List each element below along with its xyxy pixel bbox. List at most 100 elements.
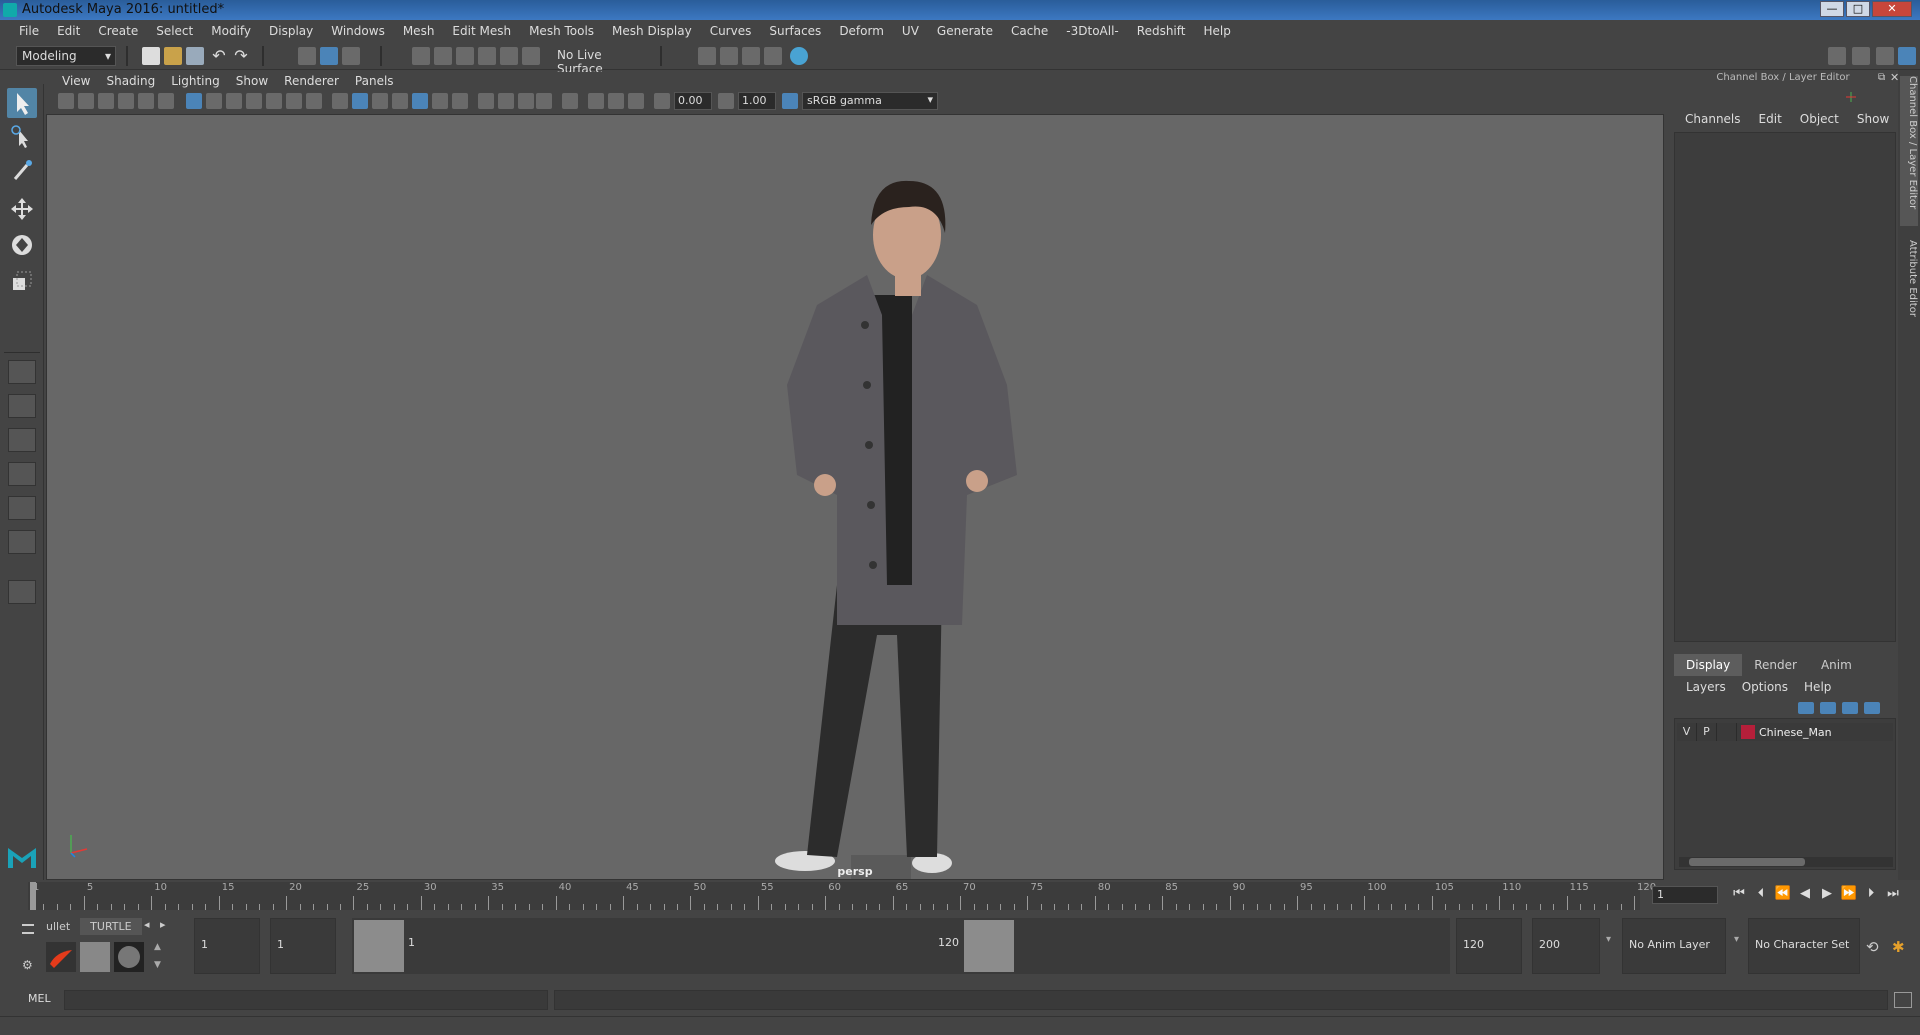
- shelf-scroll-left-icon[interactable]: ◂: [144, 918, 150, 931]
- menu-mesh-display[interactable]: Mesh Display: [603, 24, 701, 38]
- layer-name[interactable]: Chinese_Man: [1759, 726, 1832, 739]
- select-object-icon[interactable]: [320, 47, 338, 65]
- maximize-button[interactable]: □: [1846, 1, 1870, 17]
- safe-action-icon[interactable]: [286, 93, 302, 109]
- scrollbar-thumb[interactable]: [1689, 858, 1805, 866]
- menu-create[interactable]: Create: [89, 24, 147, 38]
- persp-graph-layout-icon[interactable]: [8, 462, 36, 486]
- current-time-marker[interactable]: [30, 882, 36, 910]
- live-surface-field[interactable]: No Live Surface: [552, 46, 648, 76]
- render-settings-icon[interactable]: [764, 47, 782, 65]
- grid-icon[interactable]: [186, 93, 202, 109]
- play-forward-icon[interactable]: ▶: [1818, 886, 1836, 904]
- new-empty-layer-icon[interactable]: [1842, 702, 1858, 714]
- menu-edit[interactable]: Edit: [48, 24, 89, 38]
- gamma-field[interactable]: 1.00: [738, 92, 776, 110]
- menu-edit-mesh[interactable]: Edit Mesh: [443, 24, 520, 38]
- menu-curves[interactable]: Curves: [701, 24, 761, 38]
- panel-menu-shading[interactable]: Shading: [98, 74, 163, 88]
- cb-menu-edit[interactable]: Edit: [1750, 112, 1791, 126]
- tab-attribute-editor[interactable]: Attribute Editor: [1900, 240, 1918, 350]
- le-menu-options[interactable]: Options: [1734, 680, 1796, 694]
- menu-mesh[interactable]: Mesh: [394, 24, 444, 38]
- channel-box-toggle-icon[interactable]: [1898, 47, 1916, 65]
- persp-outliner-layout-icon[interactable]: [8, 428, 36, 452]
- tool-settings-toggle-icon[interactable]: [1876, 47, 1894, 65]
- menu-windows[interactable]: Windows: [322, 24, 394, 38]
- snap-grid-icon[interactable]: [412, 47, 430, 65]
- select-hierarchy-icon[interactable]: [298, 47, 316, 65]
- panel-menu-panels[interactable]: Panels: [347, 74, 402, 88]
- modeling-toolkit-icon[interactable]: [1828, 47, 1846, 65]
- resolution-gate-icon[interactable]: [226, 93, 242, 109]
- panel-menu-renderer[interactable]: Renderer: [276, 74, 347, 88]
- textured-icon[interactable]: [412, 93, 428, 109]
- panel-menu-lighting[interactable]: Lighting: [163, 74, 228, 88]
- bookmark-icon[interactable]: [98, 93, 114, 109]
- xray-icon[interactable]: [588, 93, 604, 109]
- gate-mask-icon[interactable]: [246, 93, 262, 109]
- motion-blur-icon[interactable]: [498, 93, 514, 109]
- tab-anim[interactable]: Anim: [1809, 654, 1864, 676]
- menu-file[interactable]: File: [10, 24, 48, 38]
- layer-row[interactable]: V P Chinese_Man: [1677, 723, 1893, 741]
- go-to-start-icon[interactable]: ⏮: [1730, 886, 1748, 904]
- current-frame-field[interactable]: 1: [1652, 886, 1718, 904]
- move-layer-up-icon[interactable]: [1798, 702, 1814, 714]
- snap-surface-icon[interactable]: [522, 47, 540, 65]
- menu-mesh-tools[interactable]: Mesh Tools: [520, 24, 603, 38]
- cb-menu-channels[interactable]: Channels: [1676, 112, 1750, 126]
- layer-visibility-toggle[interactable]: V: [1677, 723, 1697, 741]
- 2d-pan-zoom-icon[interactable]: [138, 93, 154, 109]
- select-tool-icon[interactable]: [7, 88, 37, 118]
- minimize-button[interactable]: —: [1820, 1, 1844, 17]
- shelf-tab-turtle[interactable]: TURTLE: [80, 918, 142, 935]
- scale-tool-icon[interactable]: [7, 266, 37, 296]
- outliner-persp-graph-layout-icon[interactable]: [8, 496, 36, 520]
- select-component-icon[interactable]: [342, 47, 360, 65]
- ambient-occlusion-icon[interactable]: [478, 93, 494, 109]
- menu-set-dropdown[interactable]: Modeling ▾: [16, 46, 116, 66]
- cb-menu-show[interactable]: Show: [1848, 112, 1898, 126]
- render-current-icon[interactable]: [720, 47, 738, 65]
- persp-hypershade-layout-icon[interactable]: [8, 530, 36, 554]
- default-material-icon[interactable]: [392, 93, 408, 109]
- panel-menu-show[interactable]: Show: [228, 74, 276, 88]
- safe-title-icon[interactable]: [306, 93, 322, 109]
- shelf-menu-icon[interactable]: [22, 924, 34, 934]
- anim-layer-dropdown[interactable]: No Anim Layer: [1622, 918, 1726, 974]
- chevron-down-icon[interactable]: ▾: [1734, 934, 1739, 945]
- select-camera-icon[interactable]: [58, 93, 74, 109]
- use-all-lights-icon[interactable]: [432, 93, 448, 109]
- channel-box-manip-icon[interactable]: [1844, 90, 1858, 104]
- menu-uv[interactable]: UV: [893, 24, 928, 38]
- step-forward-frame-icon[interactable]: ⏩: [1840, 886, 1858, 904]
- shelf-settings-icon[interactable]: ⚙: [22, 958, 33, 972]
- wireframe-icon[interactable]: [332, 93, 348, 109]
- smooth-shade-icon[interactable]: [352, 93, 368, 109]
- undo-icon[interactable]: ↶: [210, 47, 228, 65]
- shadows-icon[interactable]: [452, 93, 468, 109]
- step-forward-key-icon[interactable]: ⏵: [1862, 886, 1880, 904]
- range-slider[interactable]: 1 120: [352, 918, 1450, 974]
- shelf-scroll-down-icon[interactable]: ▼: [154, 960, 161, 970]
- image-plane-icon[interactable]: [118, 93, 134, 109]
- rotate-tool-icon[interactable]: [7, 230, 37, 260]
- four-view-layout-icon[interactable]: [8, 394, 36, 418]
- menu-3dtoall[interactable]: -3DtoAll-: [1057, 24, 1127, 38]
- tab-render[interactable]: Render: [1742, 654, 1809, 676]
- ipr-render-icon[interactable]: [742, 47, 760, 65]
- turtle-sphere-icon[interactable]: [114, 942, 144, 972]
- snap-point-icon[interactable]: [456, 47, 474, 65]
- play-backward-icon[interactable]: ◀: [1796, 886, 1814, 904]
- channel-box-area[interactable]: [1674, 132, 1896, 642]
- render-view-icon[interactable]: [698, 47, 716, 65]
- menu-cache[interactable]: Cache: [1002, 24, 1057, 38]
- animation-preferences-icon[interactable]: ✱: [1892, 938, 1912, 958]
- move-tool-icon[interactable]: [7, 194, 37, 224]
- xray-joints-icon[interactable]: [608, 93, 624, 109]
- le-menu-layers[interactable]: Layers: [1678, 680, 1734, 694]
- shelf-scroll-up-icon[interactable]: ▲: [154, 942, 161, 952]
- menu-modify[interactable]: Modify: [202, 24, 260, 38]
- move-layer-down-icon[interactable]: [1820, 702, 1836, 714]
